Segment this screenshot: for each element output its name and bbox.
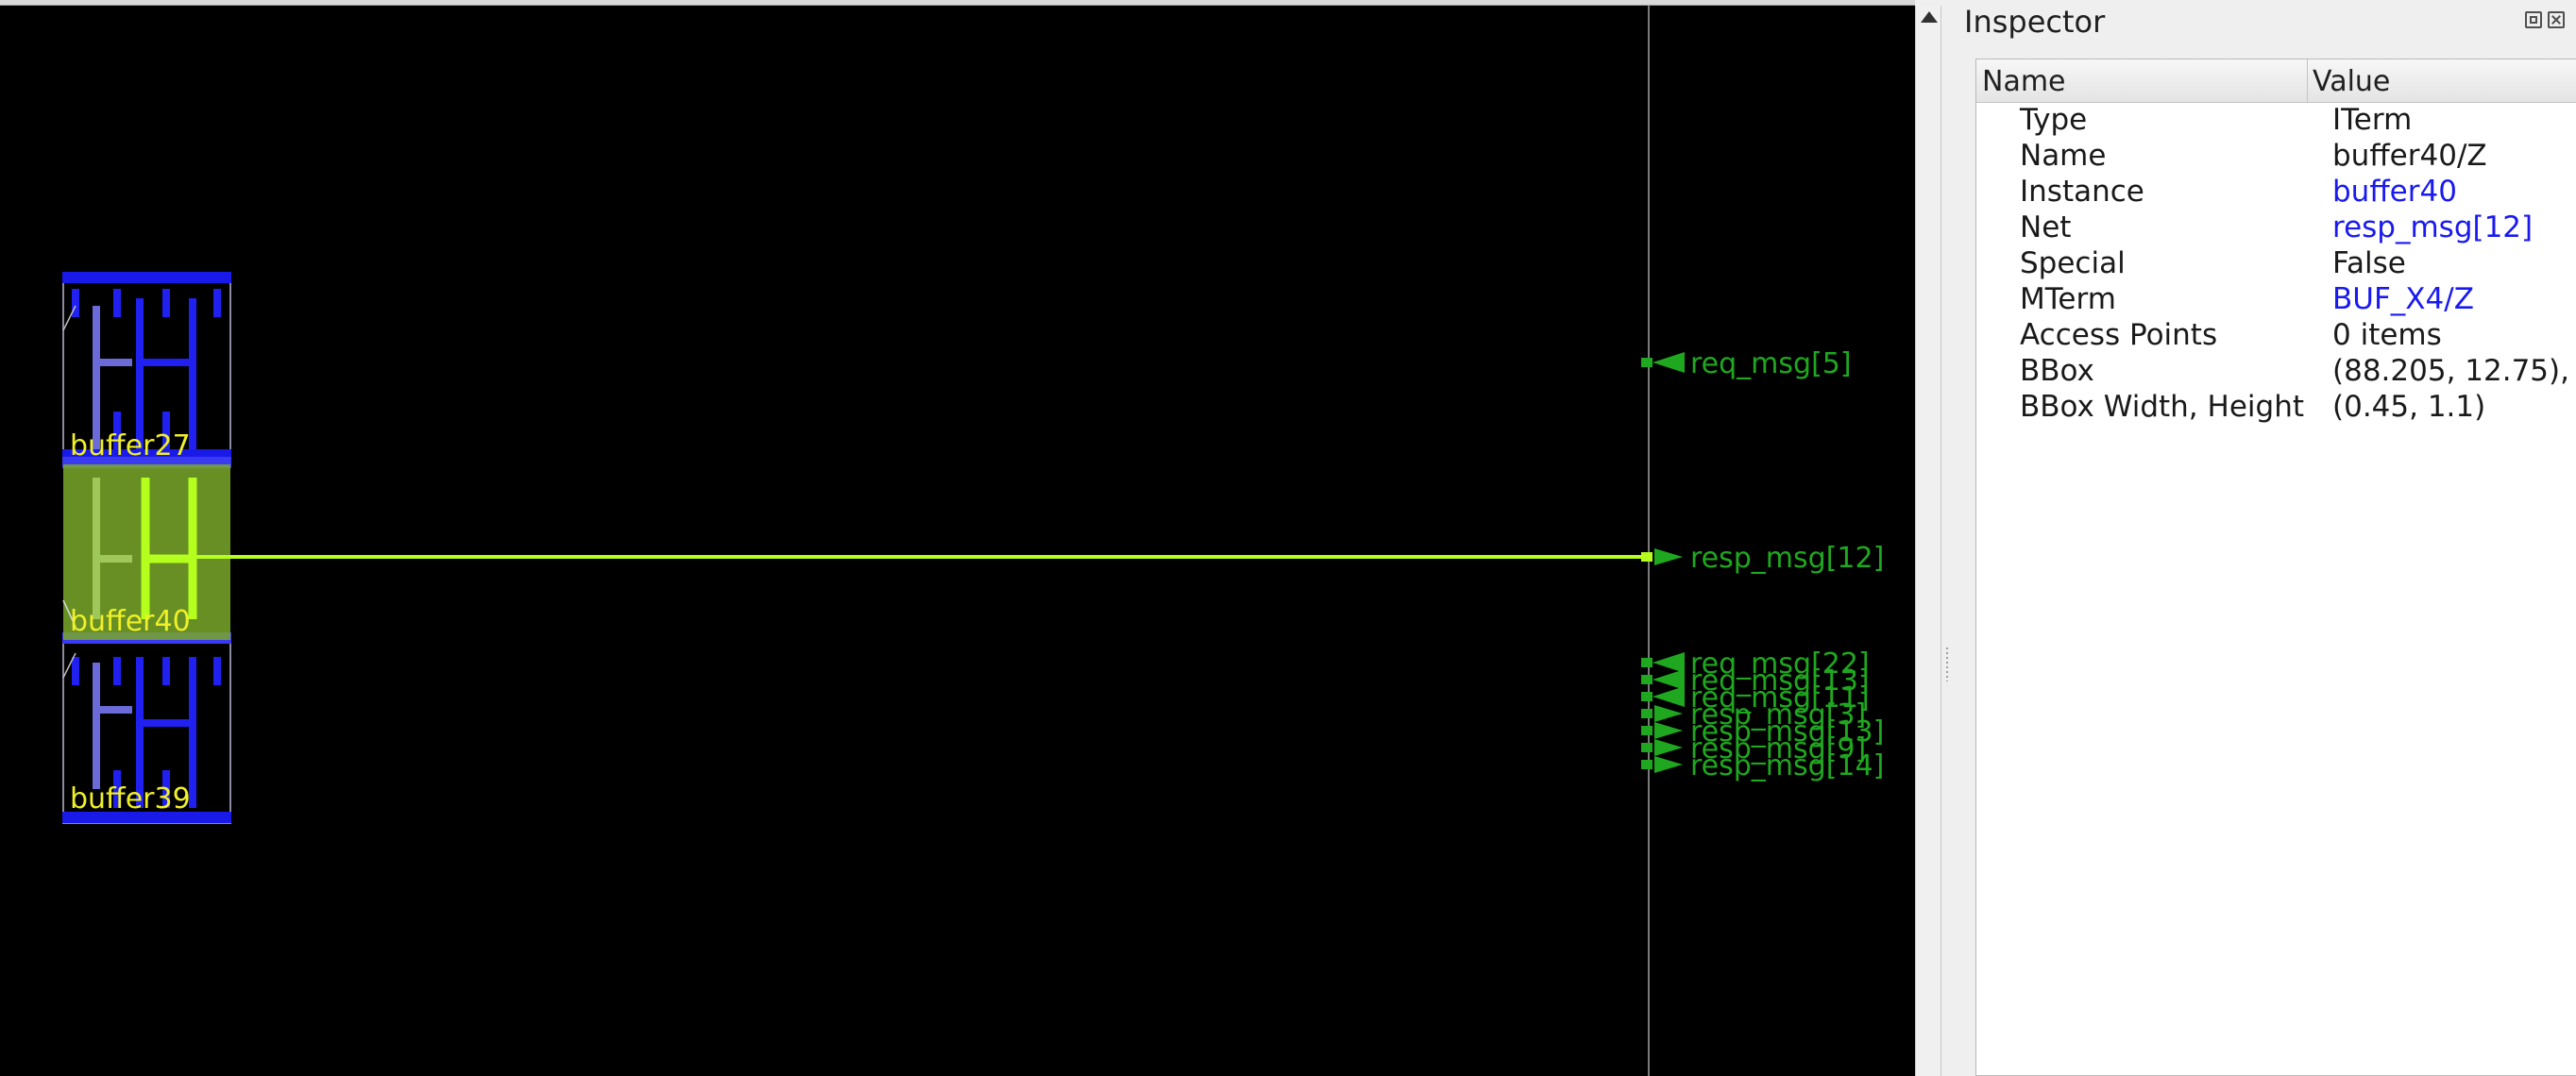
dock-splitter[interactable] [1941, 6, 1955, 1076]
pin-square [1641, 658, 1652, 667]
inspector-panel: Inspector Name Value Type ITerm Name buf… [1955, 0, 2576, 1076]
column-header-value[interactable]: Value [2313, 65, 2390, 98]
tree-header: Name Value [1976, 59, 2576, 103]
cell-label-buffer40: buffer40 [70, 605, 191, 638]
input-pin-arrow-icon [1652, 652, 1685, 673]
property-tree[interactable]: Name Value Type ITerm Name buffer40/Z In… [1975, 59, 2576, 1076]
property-name: Name [2020, 139, 2107, 173]
pin-square [1641, 675, 1652, 684]
pin-resp-msg-12[interactable]: resp_msg[12] [1641, 542, 1884, 575]
pin-square [1641, 743, 1652, 752]
property-name: BBox Width, Height [2020, 390, 2304, 424]
property-value: (88.205, 12.75), (88.655, 13.85) [2332, 354, 2576, 388]
property-value: 0 items [2332, 318, 2442, 352]
pin-square [1641, 692, 1652, 701]
input-pin-arrow-icon [1652, 686, 1685, 707]
property-row[interactable]: Instance buffer40 [1976, 175, 2576, 210]
property-row[interactable]: Net resp_msg[12] [1976, 210, 2576, 246]
instance-link[interactable]: buffer40 [2332, 175, 2457, 209]
property-value: (0.45, 1.1) [2332, 390, 2486, 424]
close-icon[interactable] [2548, 11, 2565, 28]
output-pin-arrow-icon [1654, 705, 1683, 722]
splitter-grip-icon [1946, 647, 1948, 681]
property-value: ITerm [2332, 103, 2413, 137]
mterm-link[interactable]: BUF_X4/Z [2332, 282, 2474, 316]
vertical-scrollbar[interactable] [1915, 6, 1941, 1076]
scroll-up-arrow-icon[interactable] [1921, 11, 1938, 23]
output-pin-arrow-icon [1654, 756, 1683, 773]
property-row[interactable]: Access Points 0 items [1976, 318, 2576, 354]
property-row[interactable]: Name buffer40/Z [1976, 139, 2576, 175]
input-pin-arrow-icon [1652, 352, 1685, 373]
property-row[interactable]: Special False [1976, 246, 2576, 282]
cell-label-buffer27: buffer27 [70, 429, 191, 462]
column-header-name[interactable]: Name [1982, 65, 2066, 98]
pin-label: resp_msg[14] [1690, 749, 1884, 782]
output-pin-arrow-icon [1654, 548, 1683, 565]
property-row[interactable]: MTerm BUF_X4/Z [1976, 282, 2576, 318]
layout-svg: buffer27 buffer40 buffer39 req_msg[5] resp_… [62, 6, 1884, 1076]
pin-label: req_msg[5] [1690, 347, 1852, 380]
output-pin-arrow-icon [1654, 739, 1683, 756]
pin-square [1641, 358, 1652, 367]
pin-square [1641, 552, 1652, 562]
property-row[interactable]: Type ITerm [1976, 103, 2576, 139]
float-window-icon[interactable] [2525, 11, 2542, 28]
io-pins: req_msg[5]resp_msg[12]req_msg[22]req_msg… [1641, 347, 1884, 782]
input-pin-arrow-icon [1652, 669, 1685, 690]
column-separator[interactable] [2307, 59, 2308, 103]
pin-square [1641, 726, 1652, 735]
property-value: buffer40/Z [2332, 139, 2487, 173]
output-pin-arrow-icon [1654, 722, 1683, 739]
net-link[interactable]: resp_msg[12] [2332, 210, 2533, 244]
property-name: Special [2020, 246, 2126, 280]
property-name: Access Points [2020, 318, 2218, 352]
pin-resp-msg-14[interactable]: resp_msg[14] [1641, 749, 1884, 782]
pin-square [1641, 760, 1652, 769]
property-value: False [2332, 246, 2406, 280]
pin-label: resp_msg[12] [1690, 542, 1884, 575]
property-name: Instance [2020, 175, 2144, 209]
property-row[interactable]: BBox Width, Height (0.45, 1.1) [1976, 390, 2576, 426]
cell-label-buffer39: buffer39 [70, 782, 191, 815]
pin-square [1641, 709, 1652, 718]
property-row[interactable]: BBox (88.205, 12.75), (88.655, 13.85) [1976, 354, 2576, 390]
property-name: MTerm [2020, 282, 2116, 316]
layout-canvas[interactable]: buffer27 buffer40 buffer39 req_msg[5] resp_… [0, 6, 1915, 1076]
property-name: BBox [2020, 354, 2094, 388]
pin-req-msg-5[interactable]: req_msg[5] [1641, 347, 1852, 380]
property-name: Net [2020, 210, 2072, 244]
inspector-title: Inspector [1964, 4, 2106, 40]
property-name: Type [2020, 103, 2088, 137]
